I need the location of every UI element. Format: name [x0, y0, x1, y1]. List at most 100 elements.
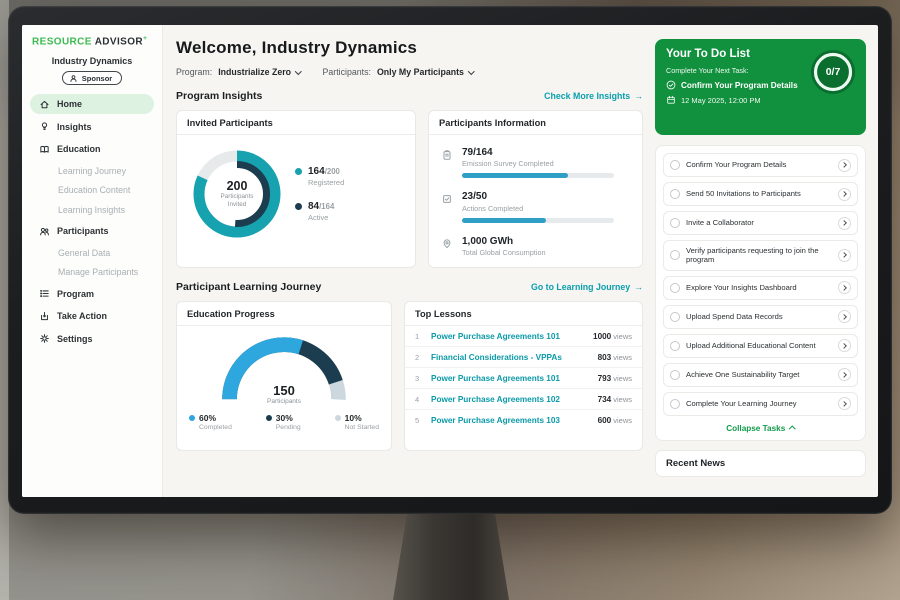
- lesson-link[interactable]: Power Purchase Agreements 103: [431, 416, 590, 425]
- task-row-complete-learning-journey[interactable]: Complete Your Learning Journey: [663, 392, 858, 416]
- page-title: Welcome, Industry Dynamics: [176, 38, 643, 58]
- sidebar-item-education-content[interactable]: Education Content: [30, 181, 154, 199]
- task-checkbox[interactable]: [670, 312, 680, 322]
- legend-registered: 164/200 Registered: [295, 166, 344, 187]
- home-icon: [39, 99, 50, 110]
- insights-cards-row: Invited Participants 200 Par: [176, 110, 643, 268]
- emission-survey-row: 79/164 Emission Survey Completed: [441, 140, 630, 185]
- sidebar-item-education[interactable]: Education: [30, 139, 154, 159]
- sidebar-item-program[interactable]: Program: [30, 284, 154, 304]
- views-suffix: views: [613, 353, 632, 362]
- action-box-icon: [39, 311, 50, 322]
- calendar-icon: [666, 95, 676, 105]
- card-title: Participants Information: [429, 111, 642, 135]
- task-open-button[interactable]: [838, 281, 851, 294]
- task-open-button[interactable]: [838, 397, 851, 410]
- task-open-button[interactable]: [838, 310, 851, 323]
- sidebar-item-learning-insights[interactable]: Learning Insights: [30, 201, 154, 219]
- task-checkbox[interactable]: [670, 399, 680, 409]
- task-open-button[interactable]: [838, 188, 851, 201]
- participants-filter-dropdown[interactable]: Only My Participants: [377, 67, 474, 77]
- lesson-views: 600views: [598, 416, 632, 425]
- task-row-upload-spend-data[interactable]: Upload Spend Data Records: [663, 305, 858, 329]
- go-to-learning-journey-link[interactable]: Go to Learning Journey →: [531, 282, 643, 292]
- task-row-verify-participants[interactable]: Verify participants requesting to join t…: [663, 240, 858, 271]
- legend-label: Completed: [199, 424, 232, 431]
- sidebar-item-home[interactable]: Home: [30, 94, 154, 114]
- arrow-right-icon: →: [634, 91, 643, 101]
- link-label: Check More Insights: [544, 91, 630, 101]
- chevron-right-icon: [841, 343, 846, 348]
- task-open-button[interactable]: [838, 217, 851, 230]
- task-label: Confirm Your Program Details: [686, 160, 832, 170]
- task-checkbox[interactable]: [670, 250, 680, 260]
- task-row-invite-collaborator[interactable]: Invite a Collaborator: [663, 211, 858, 235]
- views-suffix: views: [613, 374, 632, 383]
- sponsor-badge[interactable]: Sponsor: [62, 71, 122, 85]
- task-open-button[interactable]: [838, 368, 851, 381]
- task-row-send-invitations[interactable]: Send 50 Invitations to Participants: [663, 182, 858, 206]
- gauge-center-label: Participants: [214, 398, 354, 405]
- task-checkbox[interactable]: [670, 218, 680, 228]
- views-suffix: views: [613, 395, 632, 404]
- views-suffix: views: [613, 416, 632, 425]
- task-row-confirm-program-details[interactable]: Confirm Your Program Details: [663, 153, 858, 177]
- task-label: Achieve One Sustainability Target: [686, 370, 832, 380]
- views-value: 734: [598, 395, 612, 404]
- todo-hero-card: Your To Do List Complete Your Next Task:…: [655, 39, 866, 135]
- task-open-button[interactable]: [838, 159, 851, 172]
- task-row-upload-educational-content[interactable]: Upload Additional Educational Content: [663, 334, 858, 358]
- legend-pct: 60%: [199, 413, 216, 423]
- sidebar-item-manage-participants[interactable]: Manage Participants: [30, 263, 154, 281]
- chevron-right-icon: [841, 253, 846, 258]
- lesson-link[interactable]: Power Purchase Agreements 102: [431, 395, 590, 404]
- recent-news-header[interactable]: Recent News: [655, 450, 866, 477]
- chevron-right-icon: [841, 220, 846, 225]
- task-checkbox[interactable]: [670, 370, 680, 380]
- sidebar-item-participants[interactable]: Participants: [30, 221, 154, 241]
- todo-progress-ring: 0/7: [809, 48, 857, 96]
- lesson-row: 4 Power Purchase Agreements 102 734views: [405, 389, 642, 410]
- sidebar-item-take-action[interactable]: Take Action: [30, 306, 154, 326]
- collapse-tasks-link[interactable]: Collapse Tasks: [663, 421, 858, 436]
- task-label: Send 50 Invitations to Participants: [686, 189, 832, 199]
- learning-cards-row: Education Progress 150 Participants: [176, 301, 643, 451]
- lesson-link[interactable]: Power Purchase Agreements 101: [431, 332, 585, 341]
- sidebar-item-insights[interactable]: Insights: [30, 117, 154, 137]
- program-filter-dropdown[interactable]: Industrialize Zero: [218, 67, 300, 77]
- sidebar-item-learning-journey[interactable]: Learning Journey: [30, 162, 154, 180]
- location-pin-icon: [441, 238, 453, 250]
- invited-donut-chart: 200 Participants Invited: [187, 144, 287, 244]
- gear-icon: [39, 333, 50, 344]
- task-open-button[interactable]: [838, 339, 851, 352]
- survey-clipboard-icon: [441, 149, 453, 161]
- nav-label: Education: [57, 144, 101, 154]
- emission-survey-progressbar: [462, 173, 614, 178]
- chevron-right-icon: [841, 314, 846, 319]
- dashboard-screen: RESOURCE ADVISOR+ Industry Dynamics Spon…: [22, 25, 878, 497]
- legend-dot-navy: [266, 415, 272, 421]
- check-more-insights-link[interactable]: Check More Insights →: [544, 91, 643, 101]
- task-checkbox[interactable]: [670, 341, 680, 351]
- task-checkbox[interactable]: [670, 189, 680, 199]
- program-filter-value: Industrialize Zero: [218, 67, 291, 77]
- program-insights-header: Program Insights Check More Insights →: [176, 90, 643, 102]
- participants-filter-value: Only My Participants: [377, 67, 464, 77]
- task-checkbox[interactable]: [670, 283, 680, 293]
- lesson-link[interactable]: Financial Considerations - VPPAs: [431, 353, 590, 362]
- task-open-button[interactable]: [838, 249, 851, 262]
- lesson-row: 3 Power Purchase Agreements 101 793views: [405, 368, 642, 389]
- nav-label: Insights: [57, 122, 92, 132]
- sidebar-item-general-data[interactable]: General Data: [30, 244, 154, 262]
- task-row-explore-insights[interactable]: Explore Your Insights Dashboard: [663, 276, 858, 300]
- task-row-achieve-target[interactable]: Achieve One Sustainability Target: [663, 363, 858, 387]
- lesson-views: 734views: [598, 395, 632, 404]
- program-filter-label: Program:: [176, 67, 212, 77]
- legend-completed: 60% Completed: [189, 413, 232, 431]
- lesson-link[interactable]: Power Purchase Agreements 101: [431, 374, 590, 383]
- invited-participants-card: Invited Participants 200 Par: [176, 110, 416, 268]
- lesson-row: 5 Power Purchase Agreements 103 600views: [405, 410, 642, 430]
- sidebar-item-settings[interactable]: Settings: [30, 329, 154, 349]
- section-title: Program Insights: [176, 90, 262, 102]
- task-checkbox[interactable]: [670, 160, 680, 170]
